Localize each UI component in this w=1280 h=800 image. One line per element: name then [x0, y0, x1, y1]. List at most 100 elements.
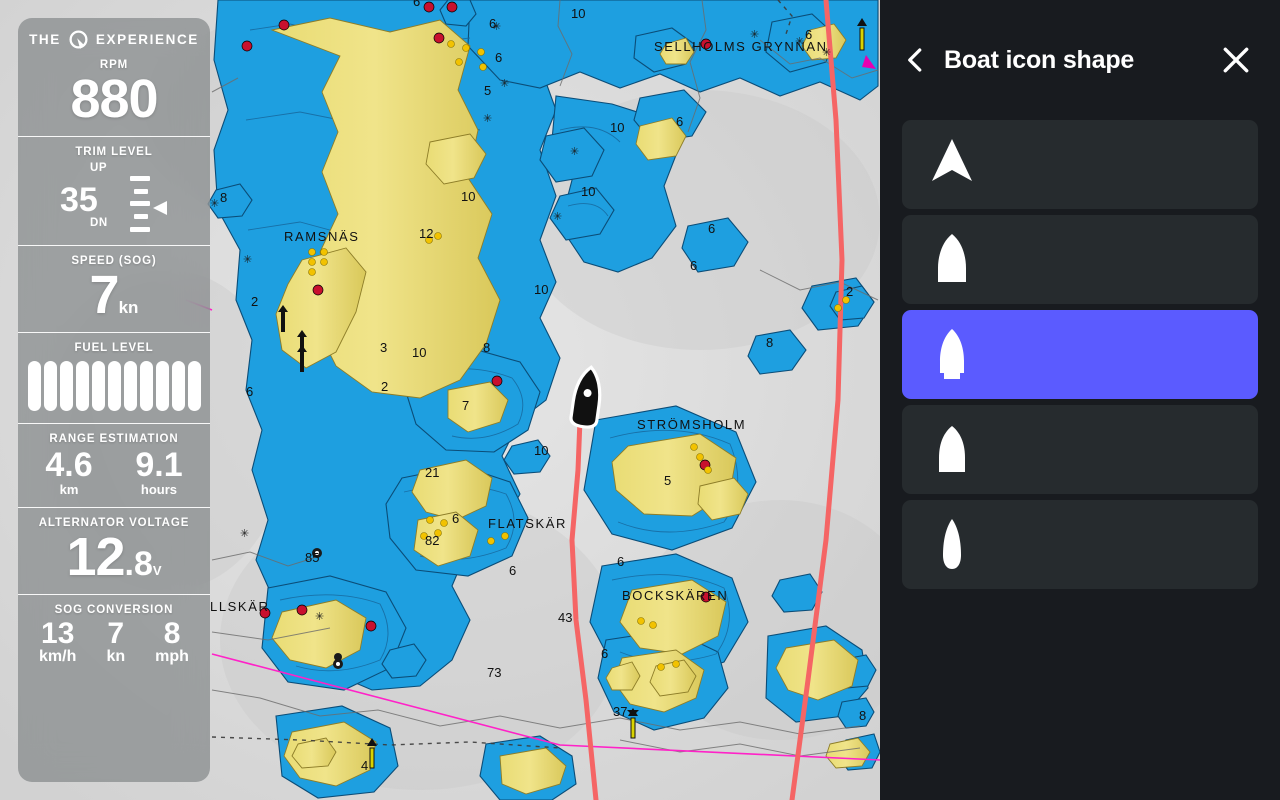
depth-sounding: 10 — [412, 345, 426, 360]
place-label: STRÖMSHOLM — [637, 417, 746, 432]
fuel-title: FUEL LEVEL — [74, 342, 154, 354]
depth-sounding: 82 — [425, 533, 439, 548]
trim-gauge: 35 UP DN — [24, 159, 204, 235]
depth-sounding: 21 — [425, 465, 439, 480]
svg-text:✳: ✳ — [315, 610, 324, 623]
boat-shape-wide-hull-icon — [939, 425, 965, 472]
trim-pointer-icon — [153, 201, 167, 215]
depth-sounding: 8 — [220, 190, 227, 205]
sog-conversion-item: 8 mph — [155, 616, 189, 667]
depth-sounding: 12 — [419, 226, 433, 241]
panel-sog-conversion: SOG CONVERSION 13 km/h 7 kn 8 mph — [18, 593, 210, 782]
boat-shape-rounded-bow[interactable] — [902, 215, 1258, 304]
depth-sounding: 6 — [509, 563, 516, 578]
depth-sounding: 73 — [487, 665, 501, 680]
sog-conversion-value: 7 — [107, 616, 125, 650]
depth-sounding: 2 — [251, 294, 258, 309]
depth-sounding: 6 — [617, 554, 624, 569]
alternator-whole: 12 — [66, 526, 125, 587]
depth-sounding: 10 — [461, 189, 475, 204]
instrument-sidebar: THE EXPERIENCE RPM 880 TRIM LEVEL 35 UP … — [18, 18, 210, 782]
depth-sounding: 10 — [534, 282, 548, 297]
boat-shape-arrow-icon — [932, 138, 972, 181]
boat-shape-narrow-hull-icon — [943, 518, 961, 569]
boat-shape-narrow-hull[interactable] — [902, 500, 1258, 589]
trim-tick-5 — [130, 227, 150, 232]
boat-icon-shape-options — [880, 120, 1280, 589]
panel-fuel-level: FUEL LEVEL — [18, 332, 210, 423]
depth-sounding: 8 — [483, 340, 490, 355]
fuel-bar — [43, 361, 57, 411]
place-label: LLSKÄR — [210, 599, 269, 614]
fuel-bar — [107, 361, 121, 411]
depth-sounding: 85 — [305, 550, 319, 565]
depth-sounding: 6 — [676, 114, 683, 129]
trim-title: TRIM LEVEL — [75, 146, 153, 158]
depth-sounding: 10 — [571, 6, 585, 21]
fuel-bar — [187, 361, 201, 411]
sog-conversion-value: 13 — [41, 616, 75, 650]
trim-tick-2 — [134, 189, 148, 194]
trim-value: 35 — [60, 181, 98, 219]
brand-logo: THE EXPERIENCE — [18, 18, 210, 55]
place-label: FLATSKÄR — [488, 516, 567, 531]
panel-title: Boat icon shape — [944, 45, 1135, 74]
svg-text:✳: ✳ — [240, 527, 249, 540]
fuel-bar — [139, 361, 153, 411]
sog-conversion-unit: kn — [106, 648, 126, 666]
panel-speed-sog: SPEED (SOG) 7kn — [18, 245, 210, 332]
sog-conversion-values: 13 km/h 7 kn 8 mph — [24, 617, 204, 667]
depth-sounding: 2 — [381, 379, 388, 394]
boat-shape-rounded-bow-icon — [938, 233, 966, 282]
boat-shape-wide-hull[interactable] — [902, 405, 1258, 494]
fuel-gauge — [24, 355, 204, 413]
sog-conversion-value: 8 — [163, 616, 181, 650]
fuel-bar — [171, 361, 185, 411]
trim-dn-label: DN — [90, 217, 108, 229]
svg-text:✳: ✳ — [210, 197, 219, 210]
trim-up-label: UP — [90, 162, 108, 174]
marine-chartplotter-screen: ✳ ✳ ✳ ✳ ✳ ✳ ✳ ✳ ✳ ✳ ✳ ✳ 6 6 10 6 6 10 6 … — [0, 0, 1280, 800]
sog-conversion-unit: km/h — [39, 648, 77, 666]
trim-tick-1 — [130, 176, 150, 181]
svg-text:✳: ✳ — [500, 77, 509, 90]
place-label: RAMSNÄS — [284, 229, 360, 244]
depth-sounding: 10 — [610, 120, 624, 135]
trim-tick-3 — [130, 201, 150, 206]
fuel-bar — [91, 361, 105, 411]
panel-range-estimation: RANGE ESTIMATION 4.6 km 9.1 hours — [18, 423, 210, 507]
brand-suffix: EXPERIENCE — [95, 32, 199, 47]
chevron-left-icon[interactable] — [894, 38, 938, 82]
panel-header: Boat icon shape — [880, 0, 1280, 120]
fuel-bar — [155, 361, 169, 411]
depth-sounding: 6 — [601, 646, 608, 661]
svg-text:✳: ✳ — [570, 145, 579, 158]
place-label: BOCKSKÄREN — [622, 588, 728, 603]
range-title: RANGE ESTIMATION — [49, 433, 179, 445]
svg-text:✳: ✳ — [243, 253, 252, 266]
range-time: 9.1 hours — [135, 448, 182, 497]
depth-sounding: 8 — [766, 335, 773, 350]
close-icon[interactable] — [1214, 38, 1258, 82]
alternator-frac: .8 — [124, 544, 153, 583]
settings-panel: Boat icon shape — [880, 0, 1280, 800]
range-time-value: 9.1 — [135, 446, 183, 484]
panel-trim-level: TRIM LEVEL 35 UP DN — [18, 136, 210, 245]
depth-sounding: 6 — [246, 384, 253, 399]
boat-shape-arrow[interactable] — [902, 120, 1258, 209]
depth-sounding: 6 — [495, 50, 502, 65]
boat-shape-transom-stern[interactable] — [902, 310, 1258, 399]
depth-sounding: 6 — [452, 511, 459, 526]
panel-rpm: RPM 880 — [18, 55, 210, 136]
speed-value: 7 — [89, 265, 120, 325]
sog-conversion-unit: mph — [155, 648, 189, 666]
alternator-unit: V — [152, 562, 162, 578]
depth-sounding: 5 — [484, 83, 491, 98]
depth-sounding: 4 — [361, 758, 368, 773]
depth-sounding: 10 — [581, 184, 595, 199]
depth-sounding: 10 — [534, 443, 548, 458]
depth-sounding: 6 — [413, 0, 420, 9]
speed-unit: kn — [118, 298, 139, 317]
depth-sounding: 2 — [846, 284, 853, 299]
boat-shape-transom-stern-icon — [940, 328, 964, 379]
